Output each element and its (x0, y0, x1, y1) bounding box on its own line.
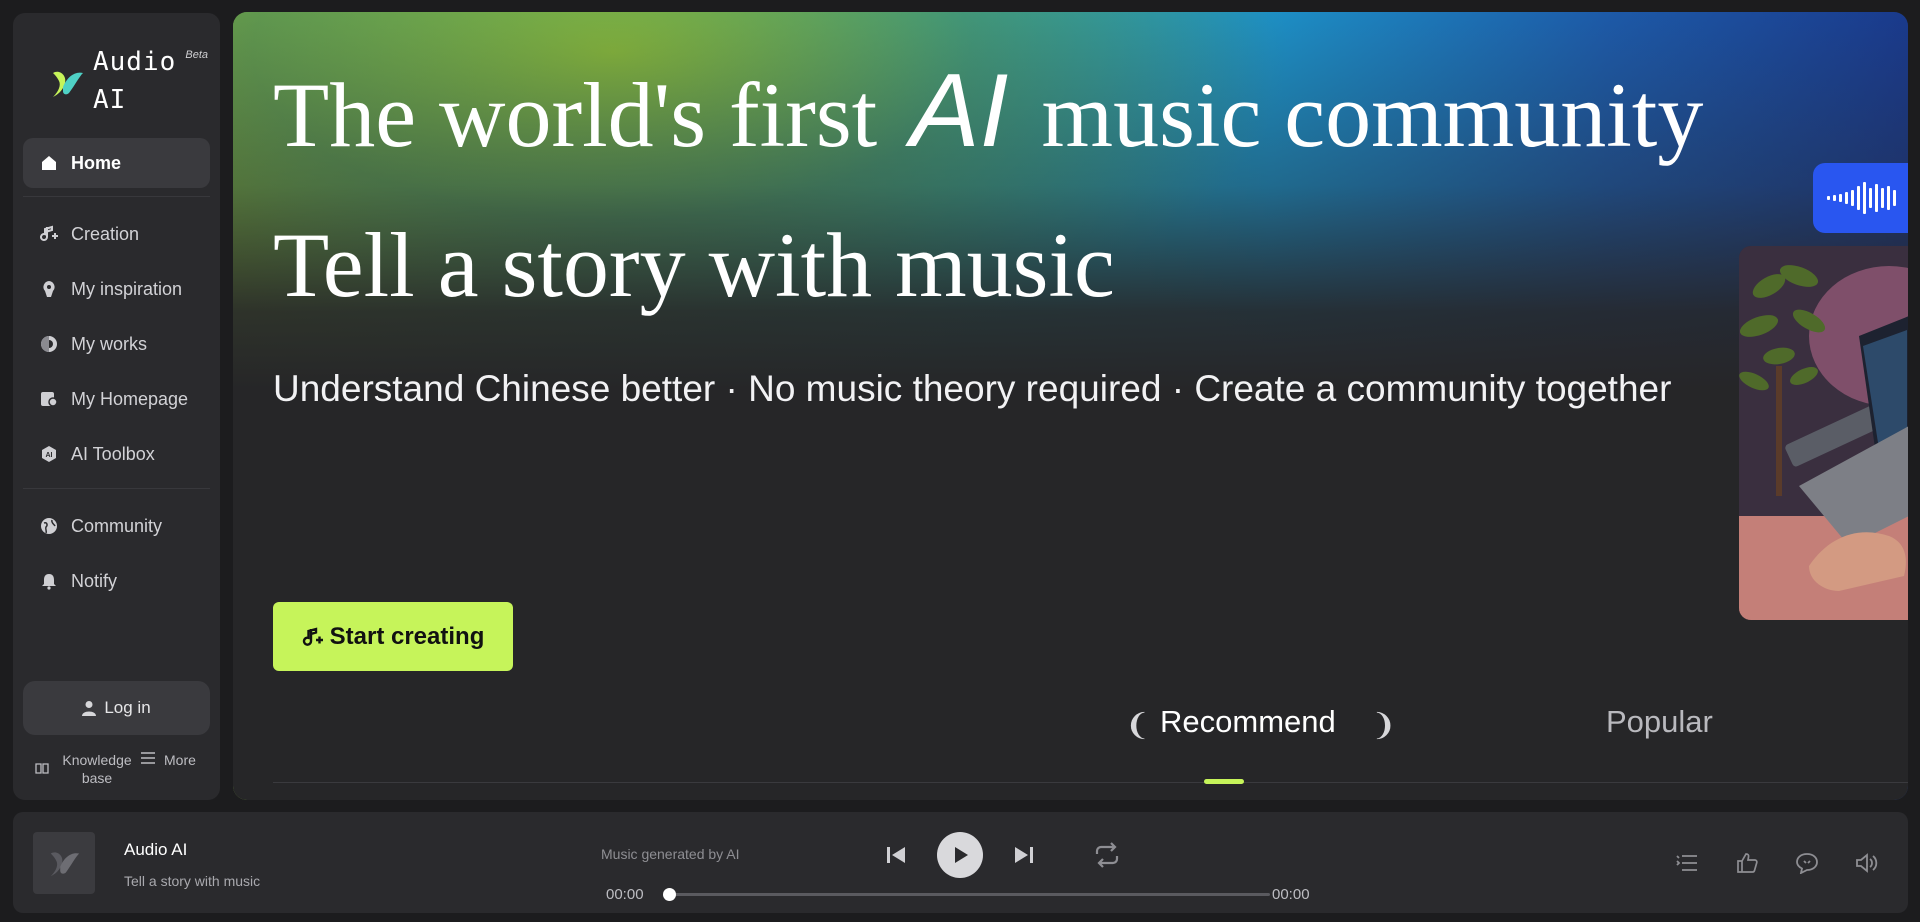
track-title: Audio AI (124, 840, 188, 859)
sidebar-item-label: Creation (71, 223, 140, 244)
hero-banner: The world's first AI music community Tel… (233, 12, 1908, 800)
book-icon (35, 761, 49, 777)
sidebar-item-my-works[interactable]: My works (23, 319, 210, 369)
audio-wave-card (1813, 163, 1908, 233)
laurel-left-icon: ❨ (1125, 709, 1151, 742)
progress-knob[interactable] (663, 888, 676, 901)
sidebar-item-label: Home (71, 152, 122, 173)
sidebar-item-creation[interactable]: Creation (23, 209, 210, 259)
login-label: Log in (104, 698, 151, 717)
login-button[interactable]: Log in (23, 681, 210, 735)
time-total: 00:00 (1272, 886, 1310, 903)
soundwave-icon (1827, 182, 1896, 214)
start-creating-label: Start creating (329, 622, 485, 650)
progress-track[interactable] (668, 893, 1270, 896)
laptop-photo-illustration (1739, 246, 1908, 620)
time-current: 00:00 (606, 886, 644, 903)
sidebar-divider (23, 488, 210, 489)
generated-note: Music generated by AI (601, 846, 740, 862)
chat-bubble-icon (1796, 853, 1818, 874)
app-logo[interactable]: Audio AI Beta (35, 35, 208, 115)
knowledge-base-link[interactable]: Knowledge base (35, 751, 137, 787)
volume-button[interactable] (1854, 850, 1880, 876)
sidebar-item-label: AI Toolbox (71, 443, 155, 464)
tab-recommend[interactable]: Recommend (1160, 704, 1336, 740)
logo-line1: Audio (93, 47, 177, 77)
hero-subtitle: Understand Chinese better · No music the… (273, 368, 1672, 409)
logo-mark-icon (53, 71, 83, 97)
previous-button[interactable] (883, 842, 909, 868)
globe-icon (39, 516, 59, 536)
sidebar-item-label: My works (71, 333, 147, 354)
sidebar-divider (23, 196, 210, 197)
like-button[interactable] (1734, 850, 1760, 876)
home-icon (39, 153, 59, 173)
volume-icon (1856, 853, 1878, 873)
logo-line2: AI (93, 85, 127, 115)
sidebar-item-notify[interactable]: Notify (23, 556, 210, 606)
hero-headline-ai: AI (910, 53, 1009, 169)
sidebar: Audio AI Beta Home Creation My inspirati… (13, 13, 220, 800)
sidebar-item-label: Notify (71, 570, 118, 591)
sidebar-item-community[interactable]: Community (23, 501, 210, 551)
disc-icon (39, 334, 59, 354)
sidebar-item-ai-toolbox[interactable]: AI AI Toolbox (23, 429, 210, 479)
profile-icon (39, 389, 59, 409)
music-plus-icon (302, 626, 324, 648)
hero-headline-2: Tell a story with music (273, 214, 1115, 316)
sidebar-item-home[interactable]: Home (23, 138, 210, 188)
more-label: More (164, 751, 196, 768)
music-plus-icon (39, 224, 59, 244)
next-button[interactable] (1011, 842, 1037, 868)
skip-next-icon (1015, 847, 1033, 863)
menu-icon (140, 751, 156, 768)
repeat-button[interactable] (1092, 840, 1122, 870)
knowledge-base-label: Knowledge base (62, 752, 132, 786)
thumbs-up-icon (1737, 853, 1758, 873)
track-subtitle: Tell a story with music (124, 873, 261, 889)
music-player: Audio AI Tell a story with music Music g… (13, 812, 1908, 913)
skip-previous-icon (887, 847, 905, 863)
play-icon (955, 847, 968, 863)
start-creating-button[interactable]: Start creating (273, 602, 513, 671)
laptop-photo (1739, 246, 1908, 620)
hero-headline: The world's first AI music community (273, 53, 1704, 169)
sidebar-item-my-inspiration[interactable]: My inspiration (23, 264, 210, 314)
sidebar-item-my-homepage[interactable]: My Homepage (23, 374, 210, 424)
bell-icon (39, 571, 59, 591)
more-menu-button[interactable]: More (140, 751, 196, 768)
repeat-icon (1095, 842, 1119, 868)
svg-text:AI: AI (46, 452, 53, 459)
sidebar-item-label: My inspiration (71, 278, 183, 299)
sidebar-item-label: Community (71, 515, 163, 536)
logo-mark-icon (50, 852, 80, 877)
feed-tabs: ❨ Recommend ❩ Popular (273, 682, 1908, 784)
track-cover[interactable] (33, 832, 95, 894)
ai-hexagon-icon: AI (39, 444, 59, 464)
user-icon (82, 700, 97, 716)
beta-badge: Beta (185, 49, 208, 61)
tabs-divider (273, 782, 1908, 783)
laurel-right-icon: ❩ (1371, 709, 1397, 742)
tab-popular[interactable]: Popular (1606, 704, 1713, 740)
active-tab-indicator (1204, 779, 1244, 784)
play-button[interactable] (937, 832, 983, 878)
comment-button[interactable] (1794, 850, 1820, 876)
playlist-icon (1676, 855, 1697, 871)
lightbulb-icon (39, 279, 59, 299)
playlist-button[interactable] (1674, 850, 1700, 876)
sidebar-item-label: My Homepage (71, 388, 189, 409)
